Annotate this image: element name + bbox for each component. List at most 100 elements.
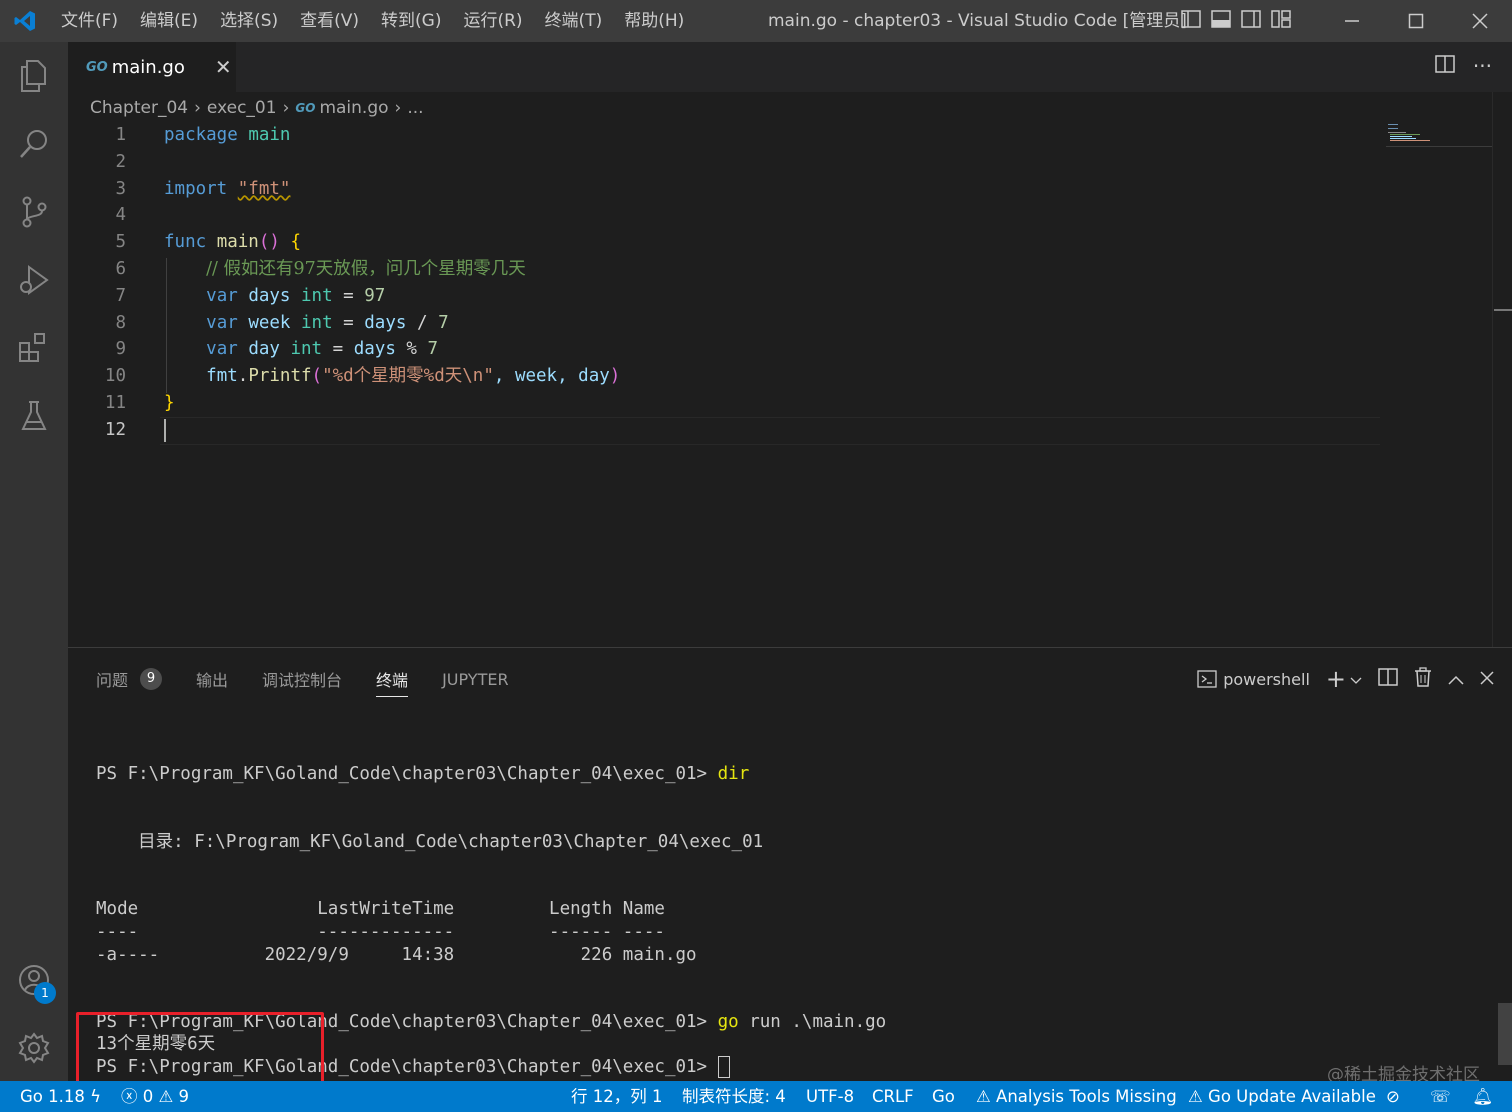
terminal-scrollbar[interactable] [1498, 1003, 1512, 1065]
go-update-label: Go Update Available [1208, 1087, 1376, 1106]
breadcrumb-chapter[interactable]: Chapter_04 [90, 98, 188, 118]
menu-go[interactable]: 转到(G) [370, 0, 452, 42]
breadcrumb-symbols[interactable]: ... [407, 98, 423, 118]
brace: { [290, 232, 302, 253]
editor-tab-bar: GO main.go ✕ ··· [68, 42, 1512, 92]
error-count: 0 [142, 1087, 154, 1106]
close-tab-icon[interactable]: ✕ [215, 55, 232, 79]
code-editor[interactable]: 1 package main 2 3 import "fmt" 4 5 func ma… [68, 122, 1488, 444]
menu-terminal[interactable]: 终端(T) [534, 0, 614, 42]
tab-debug-console[interactable]: 调试控制台 [262, 661, 342, 697]
problems-status[interactable]: ⓧ 0 ⚠ 9 [121, 1081, 189, 1112]
notifications-bell-icon[interactable]: 🔔︎ [1472, 1081, 1493, 1112]
terminal-cursor [717, 1056, 730, 1078]
brace: } [164, 392, 175, 413]
menu-selection[interactable]: 选择(S) [209, 0, 289, 42]
line-number: 8 [115, 312, 126, 333]
trash-icon[interactable] [1414, 667, 1432, 691]
breadcrumb-exec[interactable]: exec_01 [207, 98, 277, 118]
terminal-shell-selector[interactable]: powershell [1197, 669, 1310, 689]
run-and-debug-icon[interactable] [0, 246, 68, 314]
line-number: 10 [104, 366, 126, 387]
shell-name: powershell [1223, 669, 1310, 689]
live-share-icon[interactable]: ⊘ [1386, 1081, 1400, 1112]
language-mode-status[interactable]: Go [932, 1081, 955, 1112]
operator: . [237, 366, 249, 387]
terminal-line: PS F:\Program_KF\Goland_Code\chapter03\C… [96, 763, 749, 785]
code-line: 1 package main [68, 122, 1488, 149]
operator: = [343, 285, 354, 306]
chevron-down-icon[interactable] [1350, 670, 1362, 689]
terminal-output[interactable]: PS F:\Program_KF\Goland_Code\chapter03\C… [96, 648, 886, 1078]
format-string: "%d个星期零%d天\n" [322, 366, 494, 387]
menu-run[interactable]: 运行(R) [452, 0, 533, 42]
problems-count-badge: 9 [140, 668, 163, 690]
terminal-line: -a---- 2022/9/9 14:38 226 main.go [96, 945, 697, 965]
tab-jupyter-label: JUPYTER [442, 669, 509, 689]
encoding-status[interactable]: UTF-8 [806, 1081, 854, 1112]
breadcrumb-file[interactable]: main.go [319, 98, 388, 118]
feedback-icon[interactable]: ☏ [1430, 1081, 1451, 1112]
menu-help[interactable]: 帮助(H) [613, 0, 695, 42]
tab-main-go[interactable]: GO main.go ✕ [68, 42, 236, 92]
explorer-icon[interactable] [0, 42, 68, 110]
search-icon[interactable] [0, 110, 68, 178]
testing-icon[interactable] [0, 382, 68, 450]
minimap[interactable] [1386, 122, 1492, 147]
terminal-command: go [717, 1012, 739, 1032]
tab-terminal-label: 终端 [376, 671, 409, 690]
code-line: 12 [68, 417, 1488, 444]
warning-icon: ⚠ [976, 1087, 991, 1106]
go-version-label: Go 1.18 [20, 1087, 85, 1106]
terminal-command-args: run .\main.go [738, 1012, 887, 1032]
split-editor-icon[interactable] [1435, 54, 1455, 78]
code-line: 4 [68, 202, 1488, 229]
eol-status[interactable]: CRLF [872, 1081, 914, 1112]
maximize-button[interactable] [1384, 0, 1448, 42]
indentation-status[interactable]: 制表符长度: 4 [682, 1081, 786, 1112]
line-number: 4 [115, 205, 126, 226]
customize-layout-icon[interactable] [1270, 8, 1292, 30]
go-version-status[interactable]: Go 1.18 ϟ [20, 1081, 101, 1112]
toggle-secondary-sidebar-icon[interactable] [1240, 8, 1262, 30]
manage-gear-icon[interactable] [0, 1014, 68, 1082]
menu-edit[interactable]: 编辑(E) [129, 0, 209, 42]
code-line: 9 var day int = days % 7 [68, 336, 1488, 363]
menu-bar: 文件(F) 编辑(E) 选择(S) 查看(V) 转到(G) 运行(R) 终端(T… [50, 0, 695, 42]
menu-file[interactable]: 文件(F) [50, 0, 129, 42]
menu-view[interactable]: 查看(V) [289, 0, 370, 42]
source-control-icon[interactable] [0, 178, 68, 246]
number: 7 [438, 312, 449, 333]
toggle-panel-icon[interactable] [1210, 8, 1232, 30]
maximize-panel-icon[interactable] [1448, 670, 1464, 689]
new-terminal-plus-icon[interactable]: + [1326, 665, 1346, 693]
function-call: Printf [248, 366, 312, 387]
line-number: 11 [104, 392, 126, 413]
keyword: var [206, 312, 238, 333]
more-actions-icon[interactable]: ··· [1473, 54, 1492, 78]
close-window-button[interactable] [1448, 0, 1512, 42]
number: 97 [364, 285, 386, 306]
terminal-icon [1197, 670, 1217, 688]
go-update-status[interactable]: ⚠ Go Update Available [1188, 1081, 1376, 1112]
accounts-icon[interactable] [0, 946, 68, 1014]
analysis-tools-status[interactable]: ⚠ Analysis Tools Missing [976, 1081, 1177, 1112]
keyword: import [164, 178, 228, 199]
code-line: 2 [68, 149, 1488, 176]
tab-jupyter[interactable]: JUPYTER [442, 661, 509, 697]
tab-output[interactable]: 输出 [196, 661, 228, 697]
analysis-tools-label: Analysis Tools Missing [996, 1087, 1177, 1106]
chevron-right-icon: › [394, 98, 402, 118]
tab-terminal[interactable]: 终端 [376, 661, 409, 697]
cursor-position-status[interactable]: 行 12，列 1 [571, 1081, 662, 1112]
editor-scrollbar[interactable] [1492, 92, 1512, 647]
close-panel-icon[interactable] [1480, 670, 1494, 689]
toggle-primary-sidebar-icon[interactable] [1180, 8, 1202, 30]
title-bar: 文件(F) 编辑(E) 选择(S) 查看(V) 转到(G) 运行(R) 终端(T… [0, 0, 1512, 42]
activity-bar [0, 42, 68, 1081]
split-terminal-icon[interactable] [1378, 668, 1398, 690]
line-number: 3 [115, 178, 126, 199]
minimize-button[interactable] [1320, 0, 1384, 42]
extensions-icon[interactable] [0, 314, 68, 382]
code-line: 10 fmt.Printf("%d个星期零%d天\n", week, day) [68, 363, 1488, 390]
